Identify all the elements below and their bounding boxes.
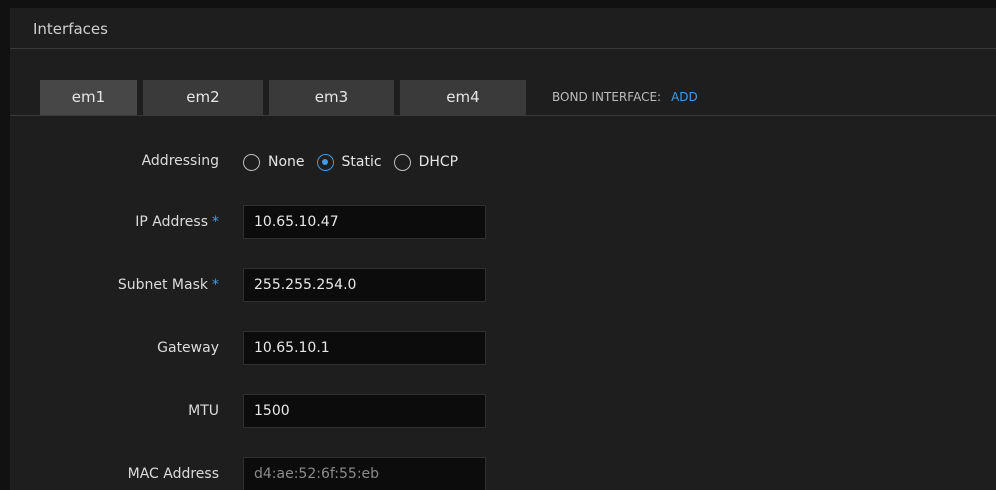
addressing-radio-group: None Static DHCP	[243, 151, 470, 173]
mac-address-field	[243, 457, 486, 490]
mac-address-label: MAC Address	[127, 466, 219, 482]
radio-static-label: Static	[341, 154, 382, 170]
radio-none-label: None	[268, 154, 305, 170]
gateway-field[interactable]	[243, 331, 486, 365]
bond-interface-label: BOND INTERFACE:	[552, 90, 662, 104]
panel-title: Interfaces	[10, 8, 996, 49]
subnet-mask-label-text: Subnet Mask	[117, 277, 208, 293]
addressing-label: Addressing	[141, 153, 219, 169]
mtu-field[interactable]	[243, 394, 486, 428]
required-marker: *	[212, 214, 219, 230]
tab-em3[interactable]: em3	[269, 80, 394, 115]
radio-static-circle[interactable]	[316, 153, 334, 171]
subnet-mask-field[interactable]	[243, 268, 486, 302]
ip-address-field[interactable]	[243, 205, 486, 239]
ip-address-label: IP Address *	[135, 214, 219, 230]
tab-em1[interactable]: em1	[40, 80, 137, 115]
tab-em2[interactable]: em2	[143, 80, 263, 115]
radio-static[interactable]: Static	[316, 153, 382, 171]
radio-none-circle[interactable]	[243, 153, 260, 171]
subnet-mask-label: Subnet Mask *	[118, 277, 219, 293]
add-bond-link[interactable]: ADD	[671, 90, 698, 104]
radio-none[interactable]: None	[243, 153, 305, 171]
required-marker: *	[212, 277, 219, 293]
gateway-label: Gateway	[157, 340, 219, 356]
tab-divider	[10, 115, 996, 116]
bond-interface: BOND INTERFACE: ADD	[552, 80, 698, 115]
mtu-label: MTU	[188, 403, 219, 419]
interfaces-panel: Interfaces em1 em2 em3 em4 BOND INTERFAC…	[10, 8, 996, 490]
radio-dhcp-label: DHCP	[418, 154, 459, 170]
radio-dhcp-circle[interactable]	[393, 153, 411, 171]
radio-dhcp[interactable]: DHCP	[393, 153, 459, 171]
tab-em4[interactable]: em4	[400, 80, 526, 115]
ip-address-label-text: IP Address	[135, 214, 208, 230]
